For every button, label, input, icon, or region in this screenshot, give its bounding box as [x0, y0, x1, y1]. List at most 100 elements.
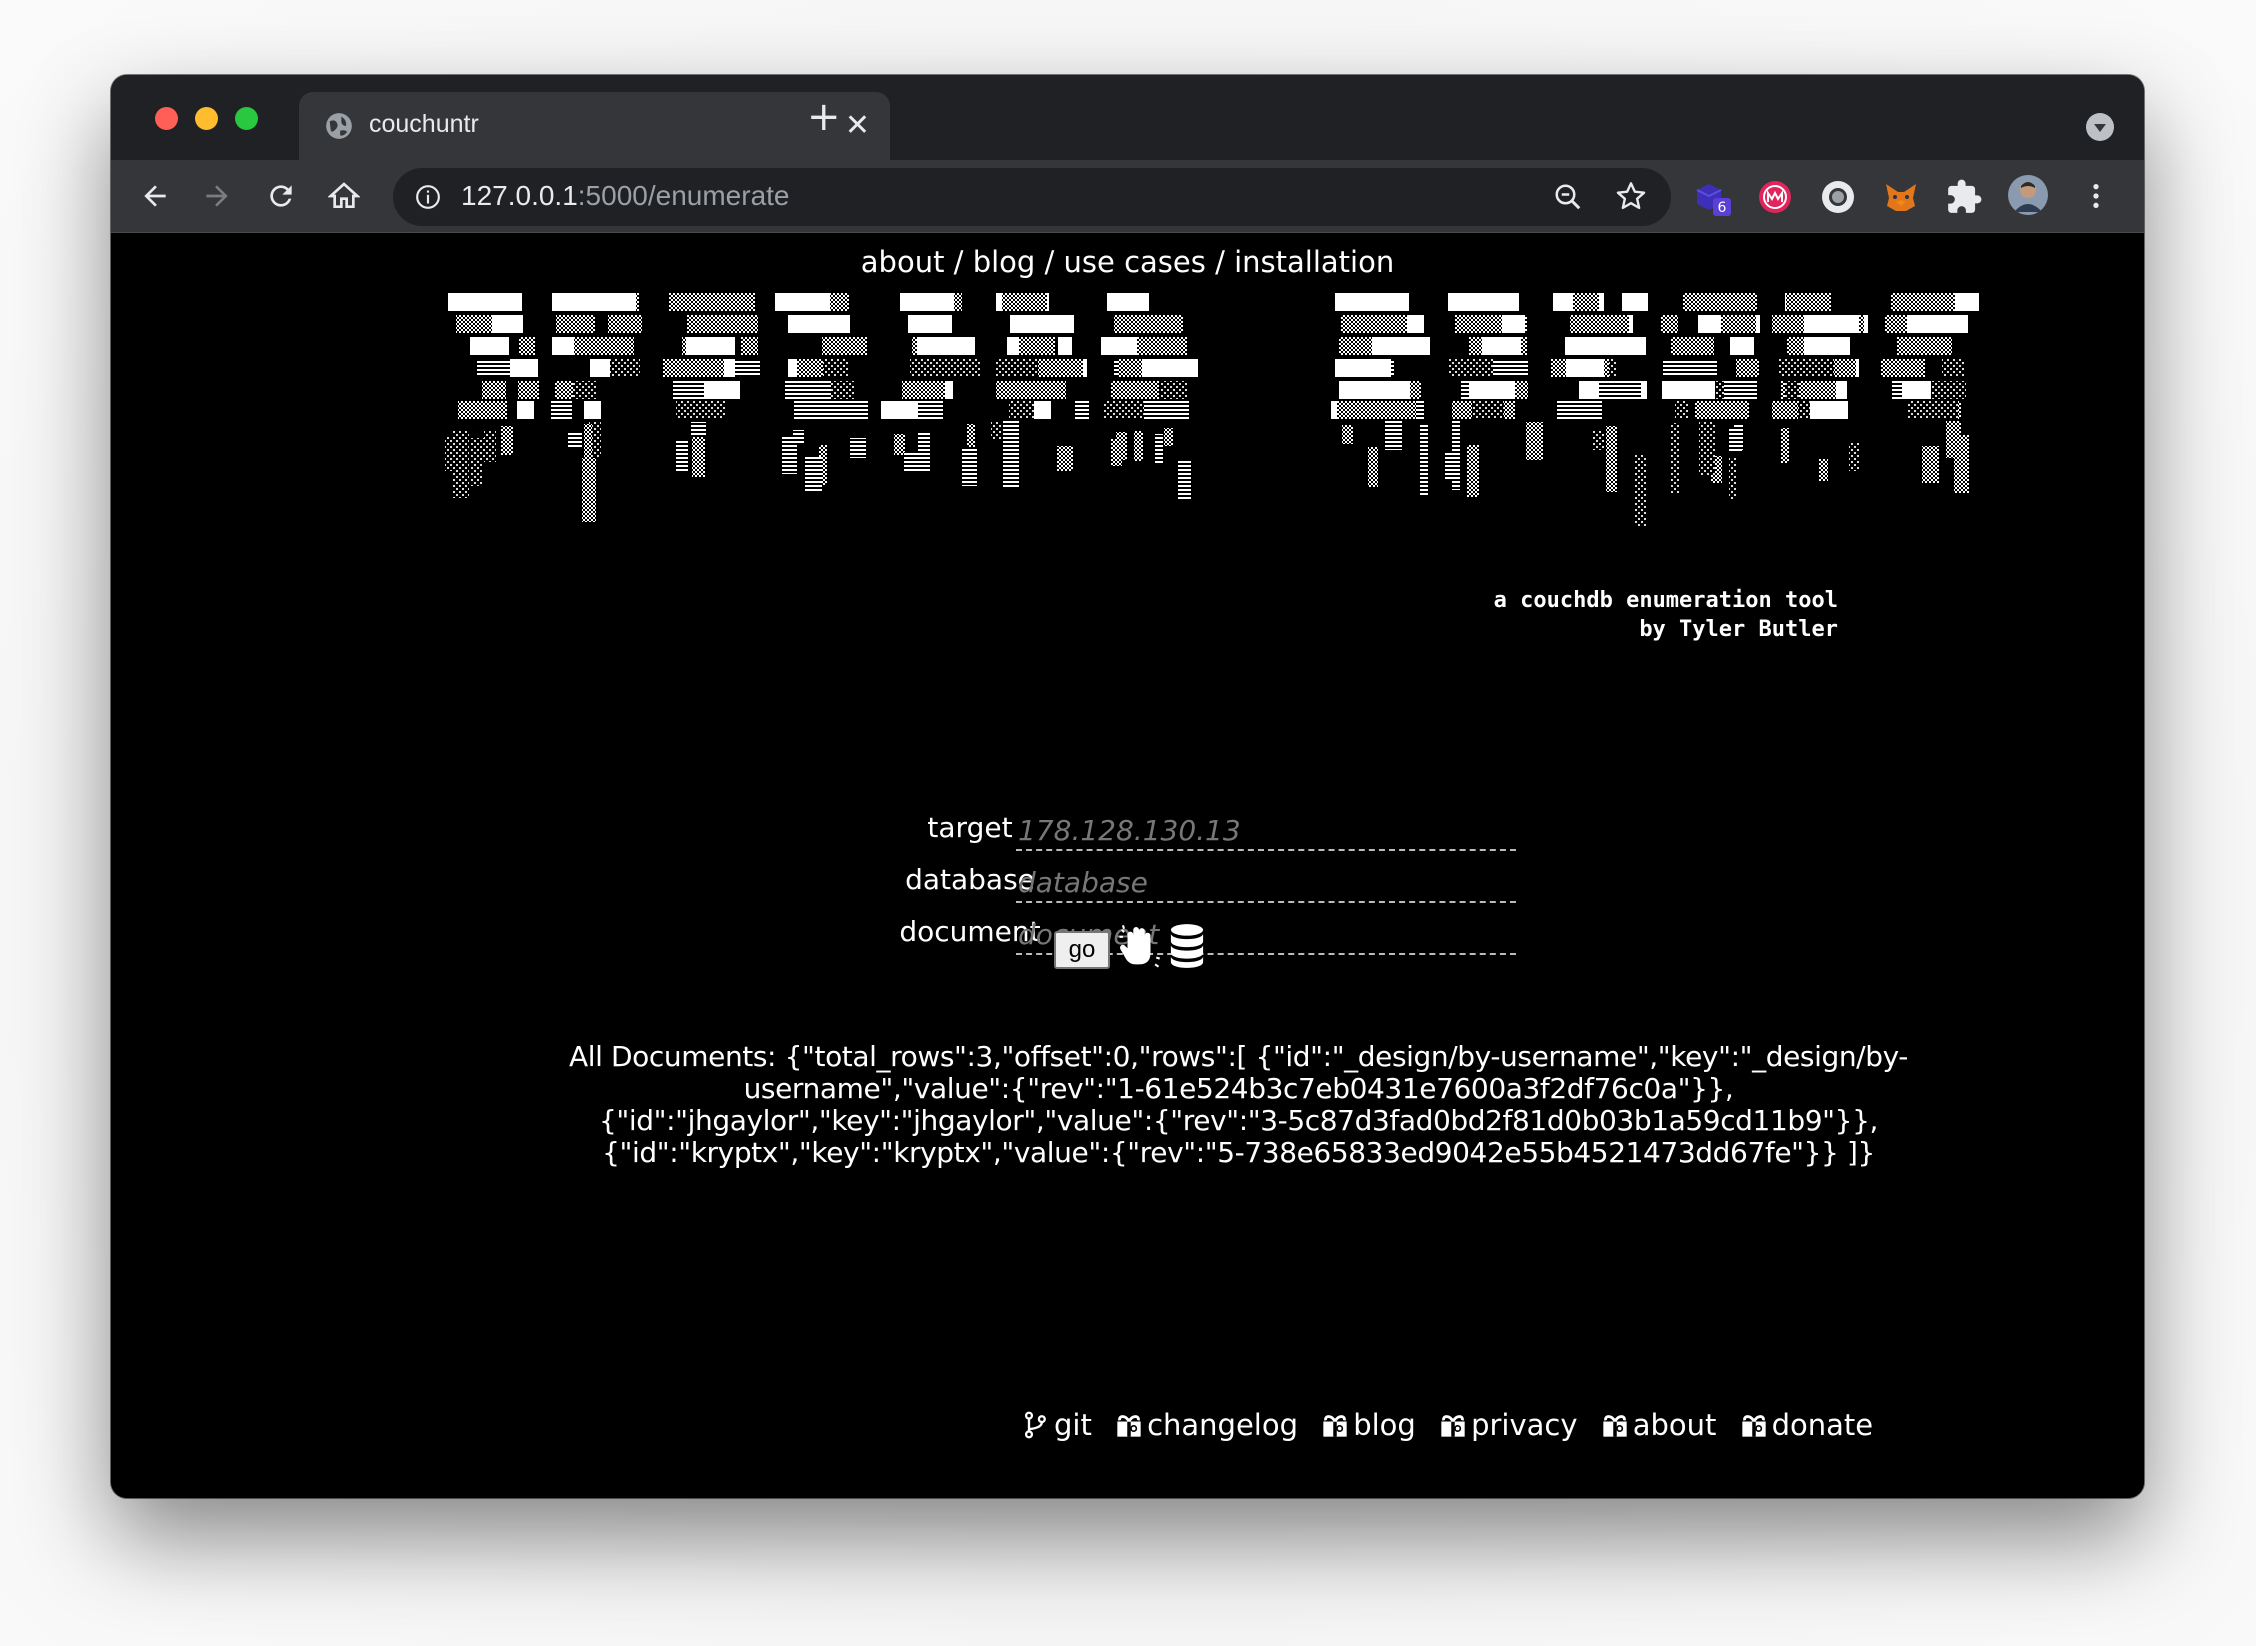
database-input[interactable]	[1016, 863, 1516, 903]
logo-drip	[1178, 459, 1191, 501]
close-window-button[interactable]	[155, 107, 178, 130]
logo-block	[1019, 337, 1055, 355]
nav-about-link[interactable]: about	[861, 245, 945, 279]
page-content: about / blog / use cases / installation	[111, 233, 2144, 1498]
gift-icon	[1323, 1415, 1347, 1437]
logo-art	[445, 293, 1979, 526]
tagline-line-2: by Tyler Butler	[1639, 617, 1838, 642]
logo-block	[1717, 293, 1757, 311]
info-icon[interactable]	[415, 184, 441, 210]
tab-close-icon[interactable]: ✕	[845, 106, 870, 146]
active-tab[interactable]: couchuntr ✕	[299, 92, 890, 160]
nav-use-cases-link[interactable]: use cases	[1064, 245, 1206, 279]
go-button[interactable]: go	[1054, 931, 1110, 969]
nav-blog-link[interactable]: blog	[973, 245, 1036, 279]
footer-privacy-link[interactable]: privacy	[1439, 1408, 1578, 1442]
logo-block	[1111, 381, 1159, 399]
logo-drip	[676, 440, 688, 471]
footer-donate-link[interactable]: donate	[1740, 1408, 1873, 1442]
logo-block	[1363, 315, 1407, 333]
extension-circle-icon[interactable]	[1819, 178, 1857, 216]
address-bar[interactable]: 127.0.0.1:5000/enumerate	[393, 168, 1671, 226]
logo-drip	[1467, 445, 1479, 497]
nav-separator: /	[1205, 245, 1235, 279]
logo-drip	[805, 457, 822, 493]
gift-icon	[1117, 1415, 1141, 1437]
logo-block	[1482, 337, 1511, 355]
url-text[interactable]: 127.0.0.1:5000/enumerate	[461, 180, 790, 212]
browser-menu-button[interactable]	[2076, 176, 2116, 216]
logo-block	[1010, 315, 1042, 333]
back-button[interactable]	[135, 176, 175, 216]
forward-button[interactable]	[197, 176, 237, 216]
metamask-fox-icon[interactable]	[1882, 178, 1920, 216]
reload-icon	[270, 185, 292, 207]
footer-links: git changelog blog privacy about donate	[1022, 1408, 1887, 1448]
gift-icon	[1441, 1415, 1465, 1437]
logo-drip	[1849, 442, 1859, 471]
logo-block	[553, 337, 574, 355]
bookmark-star-icon[interactable]	[1615, 180, 1647, 212]
extension-badge: 6	[1718, 200, 1727, 216]
logo-block	[1160, 381, 1188, 399]
minimize-window-button[interactable]	[195, 107, 218, 130]
logo-block	[794, 401, 823, 419]
logo-block	[917, 337, 975, 355]
logo-drip	[1445, 451, 1455, 479]
logo-block	[800, 293, 824, 311]
logo-drip	[1155, 434, 1163, 463]
logo-block	[590, 359, 610, 377]
couchdb-huntr-logo	[445, 293, 1979, 526]
footer-git-link[interactable]: git	[1022, 1408, 1092, 1442]
logo-block	[1075, 401, 1089, 419]
logo-drip	[1003, 421, 1019, 487]
logo-block	[1335, 293, 1371, 311]
logo-drip	[918, 433, 930, 471]
nav-installation-link[interactable]: installation	[1234, 245, 1394, 279]
reload-button[interactable]	[261, 176, 301, 216]
logo-drip	[1526, 422, 1543, 460]
logo-block	[1147, 337, 1187, 355]
raised-hand-icon	[1119, 924, 1161, 968]
logo-block	[684, 401, 725, 419]
home-button[interactable]	[324, 176, 364, 216]
logo-block	[1472, 401, 1504, 419]
footer-blog-link[interactable]: blog	[1321, 1408, 1416, 1442]
logo-block	[1040, 315, 1074, 333]
tab-search-button[interactable]	[2086, 113, 2114, 141]
maximize-window-button[interactable]	[235, 107, 258, 130]
logo-drip	[967, 424, 975, 448]
logo-block	[1804, 315, 1859, 333]
footer-about-link[interactable]: about	[1601, 1408, 1716, 1442]
logo-block	[1622, 293, 1648, 311]
logo-block	[1663, 359, 1717, 377]
git-branch-icon	[1024, 1411, 1046, 1439]
logo-block	[1942, 359, 1964, 377]
logo-drip	[1922, 446, 1939, 483]
tab-title: couchuntr	[369, 110, 479, 138]
logo-block	[1675, 401, 1689, 419]
target-input[interactable]	[1016, 811, 1516, 851]
extension-m-icon[interactable]	[1756, 178, 1794, 216]
browser-toolbar: 127.0.0.1:5000/enumerate 6	[111, 160, 2144, 233]
logo-block	[822, 401, 868, 419]
new-tab-button[interactable]: +	[807, 97, 841, 137]
profile-avatar[interactable]	[2007, 174, 2049, 216]
extensions-puzzle-icon[interactable]	[1945, 178, 1983, 216]
logo-block	[836, 337, 867, 355]
result-line: username","value":{"rev":"1-61e524b3c7eb…	[743, 1072, 1734, 1105]
logo-drip	[904, 452, 918, 473]
logo-block	[1955, 293, 1979, 311]
logo-block	[519, 337, 535, 355]
logo-block	[701, 359, 724, 377]
extension-cube-icon[interactable]: 6	[1693, 178, 1731, 216]
logo-drip	[1670, 423, 1680, 494]
logo-block	[1721, 315, 1756, 333]
enumeration-result: All Documents: {"total_rows":3,"offset":…	[511, 1041, 1966, 1169]
footer-changelog-link[interactable]: changelog	[1115, 1408, 1298, 1442]
logo-block	[922, 315, 936, 333]
logo-block	[559, 315, 594, 333]
logo-block	[551, 401, 572, 419]
zoom-icon[interactable]	[1553, 182, 1583, 212]
tagline: a couchdb enumeration tool by Tyler Butl…	[1494, 586, 1838, 644]
